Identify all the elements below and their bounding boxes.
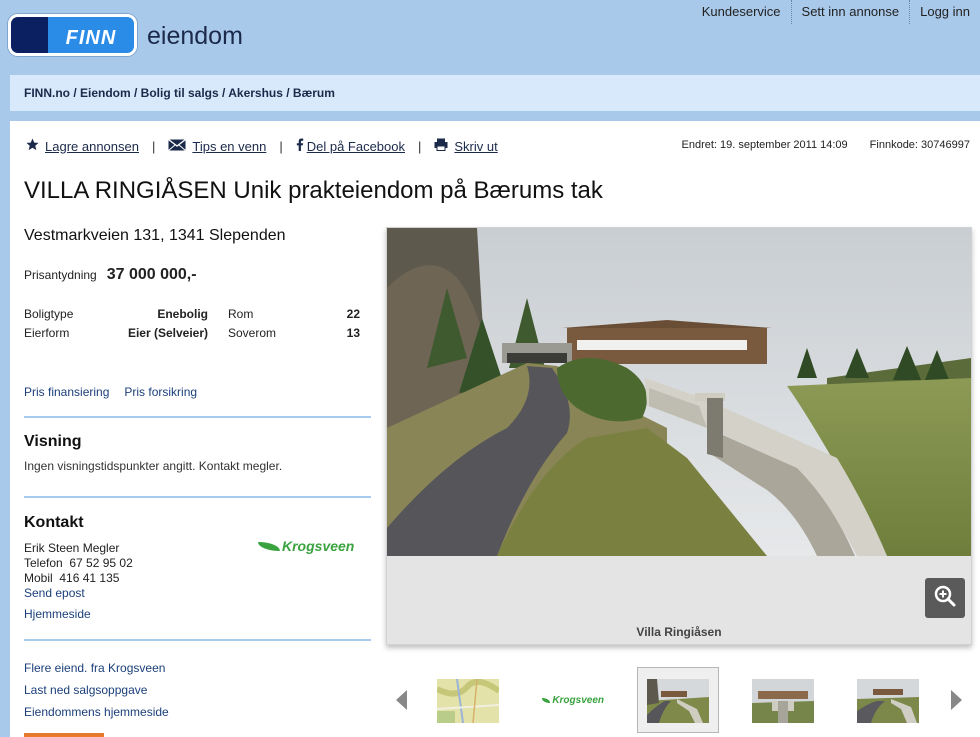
arrow-right-icon[interactable] [951,690,962,710]
zoom-in-icon [933,584,957,613]
action-separator: | [151,138,156,154]
listing-panel: Lagre annonsen | Tips en venn | Del på F… [10,121,980,737]
finnkode-info: Finnkode: 30746997 [870,139,970,151]
thumbnail-photo-1-selected[interactable] [647,679,709,723]
thumbnail-agency-logo[interactable]: Krogsveen [542,679,604,723]
property-photo[interactable] [387,228,971,556]
breadcrumb[interactable]: FINN.no / Eiendom / Bolig til salgs / Ak… [10,75,980,111]
envelope-icon [168,138,187,154]
print-label: Skriv ut [454,138,498,154]
download-prospectus-link[interactable]: Last ned salgsoppgave [24,679,169,701]
phone-value: 67 52 95 02 [69,556,133,570]
top-nav: Kundeservice Sett inn annonse Logg inn [692,0,980,24]
thumbnail-strip: Krogsveen [386,667,972,733]
finn-logo[interactable]: FINN eiendom [8,14,243,56]
finnkode-label: Finnkode: [869,139,918,151]
divider [24,416,371,418]
facebook-share-label: Del på Facebook [306,138,405,154]
fact-row: Eierform Eier (Selveier) Soverom 13 [24,326,360,345]
image-viewer: Villa Ringiåsen [386,227,972,645]
fact-key-boligtype: Boligtype [24,307,74,321]
price-value: 37 000 000,- [106,266,197,283]
send-email-link[interactable]: Send epost [24,586,133,601]
fact-value-eierform: Eier (Selveier) [127,326,208,340]
price-label: Prisantydning [24,268,97,282]
agent-mobile: Mobil 416 41 135 [24,571,133,586]
mobile-label: Mobil [24,571,53,585]
print-link[interactable]: Skriv ut [434,138,498,154]
finnkode-value: 30746997 [921,139,970,151]
save-ad-label: Lagre annonsen [45,138,139,154]
fact-value-soverom: 13 [346,326,360,340]
visning-text: Ingen visningstidspunkter angitt. Kontak… [24,459,283,473]
homepage-link[interactable]: Hjemmeside [24,607,133,622]
finn-logo-mark: FINN [8,14,137,56]
changed-label: Endret: [681,139,717,151]
contact-info: Erik Steen Megler Telefon 67 52 95 02 Mo… [24,541,133,622]
fact-key-eierform: Eierform [24,326,70,340]
fact-value-boligtype: Enebolig [157,307,208,321]
changed-info: Endret: 19. september 2011 14:09 [682,139,848,151]
fact-value-rom: 22 [346,307,360,321]
changed-value: 19. september 2011 14:09 [720,139,848,151]
facebook-icon [296,138,304,154]
thumbnail-photo-3[interactable] [857,679,919,723]
action-separator: | [418,138,422,154]
image-caption: Villa Ringiåsen [636,625,722,639]
fact-row: Boligtype Enebolig Rom 22 [24,307,360,326]
ad-meta: Endret: 19. september 2011 14:09 Finnkod… [682,139,970,151]
thumbnail-map[interactable] [437,679,499,723]
mobile-value: 416 41 135 [59,571,120,585]
logo-finn-text: FINN [48,17,134,53]
agent-name: Erik Steen Megler [24,541,120,555]
action-bar: Lagre annonsen | Tips en venn | Del på F… [26,138,498,154]
krogsveen-logo[interactable]: Krogsveen [258,538,354,554]
thumbnail-photo-2[interactable] [752,679,814,723]
agent-phone: Telefon 67 52 95 02 [24,556,133,571]
tip-friend-label: Tips en venn [192,138,267,154]
contact-heading: Kontakt [24,514,84,531]
more-links: Flere eiend. fra Krogsveen Last ned salg… [24,657,169,723]
nav-sett-inn-annonse[interactable]: Sett inn annonse [790,0,910,24]
section-name: eiendom [147,21,243,50]
nav-logg-inn[interactable]: Logg inn [909,0,980,24]
property-facts: Boligtype Enebolig Rom 22 Eierform Eier … [24,307,360,345]
listing-address: Vestmarkveien 131, 1341 Slependen [24,227,286,244]
price-insurance-link[interactable]: Pris forsikring [124,385,197,399]
visning-heading: Visning [24,433,82,450]
tip-friend-link[interactable]: Tips en venn [168,138,267,154]
price-financing-link[interactable]: Pris finansiering [24,385,109,399]
thumbnail-logo-text: Krogsveen [552,695,604,706]
save-ad-link[interactable]: Lagre annonsen [26,138,139,154]
price-block: Prisantydning 37 000 000,- [24,266,197,284]
divider [24,496,371,498]
phone-label: Telefon [24,556,63,570]
listing-title: VILLA RINGIÅSEN Unik prakteiendom på Bær… [24,177,603,204]
fact-key-rom: Rom [228,307,254,321]
krogsveen-logo-text: Krogsveen [282,538,355,554]
more-from-agency-link[interactable]: Flere eiend. fra Krogsveen [24,657,169,679]
facebook-share-link[interactable]: Del på Facebook [296,138,405,154]
star-icon [26,138,39,154]
leaf-icon [258,541,280,551]
divider [24,639,371,641]
arrow-left-icon[interactable] [396,690,407,710]
nav-kundeservice[interactable]: Kundeservice [692,0,791,24]
logo-dark-block [11,17,48,53]
orange-button-edge[interactable] [24,733,104,737]
leaf-icon [542,698,551,703]
property-homepage-link[interactable]: Eiendommens hjemmeside [24,701,169,723]
fact-key-soverom: Soverom [228,326,277,340]
zoom-button[interactable] [925,578,965,618]
action-separator: | [279,138,283,154]
printer-icon [434,138,448,154]
finance-links: Pris finansiering Pris forsikring [24,385,197,399]
